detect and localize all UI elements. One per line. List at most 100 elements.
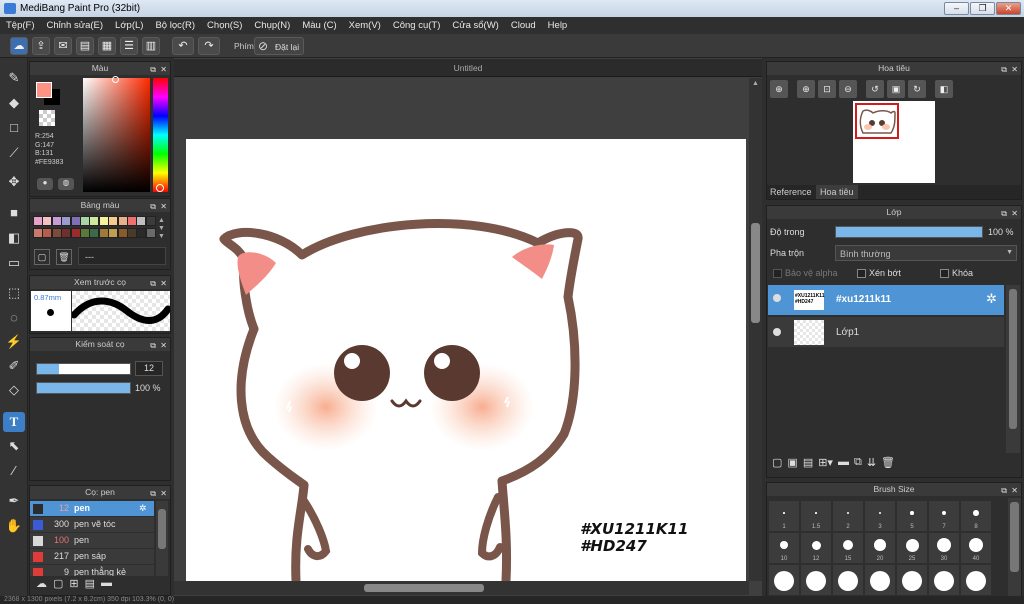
brush-size-scrollbar[interactable] [1008, 498, 1021, 598]
menu-file[interactable]: Tệp(F) [0, 17, 41, 34]
brush-settings-icon[interactable]: ▤ [85, 577, 95, 593]
zoom-plus-icon[interactable]: ⊕ [797, 80, 815, 98]
rectangle-tool-icon[interactable]: □ [3, 118, 25, 138]
brush-size-slider[interactable] [36, 363, 131, 375]
visibility-eye-icon[interactable] [773, 294, 781, 302]
document-icon[interactable]: ▦ [98, 37, 116, 55]
brush-item[interactable]: 9 pen thẳng kẻ [30, 565, 154, 576]
close-button[interactable]: ✕ [996, 2, 1021, 15]
brush-size-option[interactable] [801, 565, 831, 595]
minimize-button[interactable]: – [944, 2, 969, 15]
foreground-color-swatch[interactable] [36, 82, 52, 98]
close-icon[interactable]: ✕ [1011, 63, 1018, 76]
magic-wand-icon[interactable]: ⚡ [3, 332, 25, 352]
brush-tool-icon[interactable]: ✎ [3, 68, 25, 88]
visibility-eye-icon[interactable] [773, 328, 781, 336]
settings-gear-icon[interactable]: ✲ [139, 501, 147, 516]
menu-snap[interactable]: Chụp(N) [248, 17, 296, 34]
brush-size-option[interactable]: 40 [961, 533, 991, 563]
flip-icon[interactable]: ◧ [935, 80, 953, 98]
saturation-value-picker[interactable] [83, 76, 150, 192]
brush-size-option[interactable]: 12 [801, 533, 831, 563]
close-icon[interactable]: ✕ [160, 200, 167, 213]
close-icon[interactable]: ✕ [1011, 484, 1018, 497]
scroll-thumb[interactable] [751, 223, 760, 323]
menu-view[interactable]: Xem(V) [343, 17, 387, 34]
scroll-thumb[interactable] [158, 509, 166, 549]
move-tool-icon[interactable]: ✥ [3, 172, 25, 192]
add-layer-menu-icon[interactable]: ⊞▾ [818, 456, 833, 474]
drawing-canvas[interactable]: #XU1211K11 #HD247 [186, 139, 746, 581]
comment-icon[interactable]: ✉ [54, 37, 72, 55]
scroll-thumb[interactable] [364, 584, 484, 592]
duplicate-icon[interactable]: ⧉ [854, 456, 862, 474]
brush-size-option[interactable] [929, 565, 959, 595]
brush-size-option[interactable]: 8 [961, 501, 991, 531]
undock-icon[interactable]: ⧉ [150, 277, 156, 290]
brush-size-option[interactable]: 1 [769, 501, 799, 531]
brush-item[interactable]: 100 pen [30, 533, 154, 548]
merge-icon[interactable]: ⇊ [867, 456, 876, 474]
tab-reference[interactable]: Reference [770, 187, 812, 197]
undock-icon[interactable]: ⧉ [150, 339, 156, 352]
brush-item[interactable]: 12 pen ✲ [30, 501, 154, 516]
undo-icon[interactable]: ↶ [172, 37, 194, 55]
close-icon[interactable]: ✕ [160, 339, 167, 352]
menu-window[interactable]: Cửa sổ(W) [446, 17, 504, 34]
brush-size-option[interactable]: 20 [865, 533, 895, 563]
folder-icon[interactable]: ▬ [101, 577, 112, 593]
rotate-left-icon[interactable]: ↺ [866, 80, 884, 98]
brush-list-scrollbar[interactable] [156, 501, 168, 576]
brush-size-option[interactable]: 30 [929, 533, 959, 563]
undock-icon[interactable]: ⧉ [150, 63, 156, 76]
brush-size-option[interactable]: 5 [897, 501, 927, 531]
palette-swatch[interactable] [145, 216, 156, 226]
brush-size-option[interactable]: 7 [929, 501, 959, 531]
fit-window-icon[interactable]: ⊡ [818, 80, 836, 98]
palette-scroll[interactable]: ▲ ▼ ▼ [158, 217, 165, 241]
reset-button[interactable]: ⊘ Đặt lại [254, 37, 304, 55]
document-tab[interactable]: Untitled [174, 59, 762, 77]
brush-size-option[interactable] [961, 565, 991, 595]
brush-size-option[interactable] [833, 565, 863, 595]
lasso-icon[interactable]: ◌ [3, 308, 25, 328]
brush-cloud-icon[interactable]: ☁ [36, 577, 47, 593]
operation-tool-icon[interactable]: ⬉ [3, 436, 25, 456]
brush-size-option[interactable]: 15 [833, 533, 863, 563]
lock-checkbox[interactable]: Khóa [940, 268, 973, 279]
brush-opacity-slider[interactable] [36, 382, 131, 394]
menu-edit[interactable]: Chỉnh sửa(E) [41, 17, 110, 34]
brush-size-option[interactable] [769, 565, 799, 595]
eraser-tool-icon[interactable]: ◆ [3, 93, 25, 113]
tab-navigator[interactable]: Hoa tiêu [816, 185, 858, 199]
select-eraser-icon[interactable]: ◇ [3, 380, 25, 400]
brush-item[interactable]: 217 pen sáp [30, 549, 154, 564]
new-layer-icon[interactable]: ▢ [772, 456, 782, 474]
zoom-in-icon[interactable]: ⊕ [770, 80, 788, 98]
palette-name-field[interactable]: --- [78, 247, 166, 265]
scroll-up-icon[interactable]: ▲ [752, 80, 759, 87]
menu-cloud[interactable]: Cloud [505, 17, 542, 34]
navigator-thumbnail[interactable] [853, 101, 935, 183]
settings-gear-icon[interactable]: ✲ [986, 291, 997, 307]
select-pen-icon[interactable]: ✐ [3, 356, 25, 376]
layer-row[interactable]: Lớp1 [768, 317, 1004, 347]
palette-swatch[interactable] [145, 228, 156, 238]
hand-tool-icon[interactable]: ✋ [3, 516, 25, 536]
scroll-thumb[interactable] [1010, 502, 1019, 572]
brush-size-option[interactable]: 1.5 [801, 501, 831, 531]
add-brush-icon[interactable]: ⊞ [69, 577, 78, 593]
trash-icon[interactable]: 🗑 [56, 249, 72, 265]
menu-layer[interactable]: Lớp(L) [109, 17, 149, 34]
clipping-checkbox[interactable]: Xén bớt [857, 268, 901, 279]
folder-icon[interactable]: ▬ [838, 456, 849, 474]
line-tool-icon[interactable]: ⟋ [3, 143, 25, 163]
undock-icon[interactable]: ⧉ [150, 200, 156, 213]
new-palette-icon[interactable]: ▢ [34, 249, 50, 265]
cloud-icon[interactable]: ☁ [10, 37, 28, 55]
brush-size-option[interactable] [897, 565, 927, 595]
hue-slider-handle[interactable] [156, 184, 164, 192]
canvas-horizontal-scrollbar[interactable] [174, 581, 749, 595]
new-layer-alt-icon[interactable]: ▤ [803, 456, 813, 474]
new-brush-icon[interactable]: ▢ [53, 577, 63, 593]
